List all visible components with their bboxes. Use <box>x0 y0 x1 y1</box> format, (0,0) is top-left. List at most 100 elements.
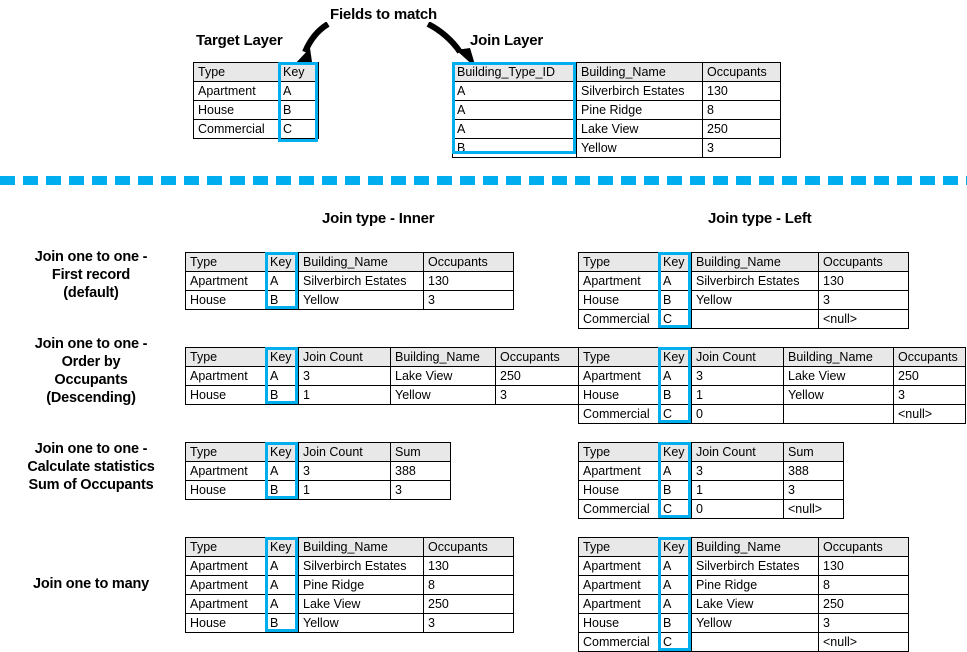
table-r3-left-wrap: Type Key Join Count Sum Apartment A 3 388 House B… <box>578 442 844 519</box>
table-cell: C <box>278 119 319 139</box>
table-cell: 250 <box>423 594 514 614</box>
table-cell: Lake View <box>298 594 424 614</box>
table-cell: B <box>265 385 299 405</box>
column-header: Building_Name <box>576 62 703 82</box>
arrow-to-target-key-icon <box>293 22 330 66</box>
table-r1-left: Type Key Building_Name Occupants Apartment A S… <box>578 252 909 329</box>
table-row: Apartment A Silverbirch Estates 130 <box>578 556 909 576</box>
join-layer-table-wrap: Building_Type_ID Building_Name Occupants A S… <box>452 62 781 158</box>
table-r2-left: Type Key Join Count Building_Name Occupants A… <box>578 347 966 424</box>
table-cell: Apartment <box>578 461 659 481</box>
table-row: House B 1 Yellow 3 <box>185 385 580 405</box>
table-row: Commercial C 0 <null> <box>578 499 844 519</box>
table-header-row: Type Key <box>193 62 319 82</box>
table-row: Apartment A 3 Lake View 250 <box>578 366 966 386</box>
table-row: House B Yellow 3 <box>578 290 909 310</box>
table-cell: Silverbirch Estates <box>691 271 819 291</box>
table-cell: 130 <box>423 556 514 576</box>
table-row: Commercial C <null> <box>578 309 909 329</box>
table-cell: A <box>265 575 299 595</box>
column-header: Type <box>578 442 659 462</box>
table-cell: 250 <box>893 366 966 386</box>
table-cell: A <box>452 119 577 139</box>
table-cell: A <box>265 366 299 386</box>
table-cell: B <box>265 613 299 633</box>
table-r1-inner: Type Key Building_Name Occupants Apartment A S… <box>185 252 514 310</box>
table-cell: 3 <box>390 480 451 500</box>
table-cell: Lake View <box>691 594 819 614</box>
table-cell: House <box>193 100 279 120</box>
table-cell: 3 <box>298 461 391 481</box>
join-type-inner-heading: Join type - Inner <box>322 210 435 227</box>
column-header: Building_Name <box>298 537 424 557</box>
table-cell: A <box>658 575 692 595</box>
table-header-row: Type Key Join Count Sum <box>185 442 451 462</box>
table-cell: 130 <box>818 271 909 291</box>
column-header: Building_Name <box>691 537 819 557</box>
column-header: Type <box>578 347 659 367</box>
table-cell: Yellow <box>390 385 496 405</box>
table-cell: B <box>265 480 299 500</box>
table-cell: A <box>658 271 692 291</box>
table-cell: Yellow <box>298 290 424 310</box>
table-cell: 130 <box>818 556 909 576</box>
column-header: Occupants <box>893 347 966 367</box>
table-cell: 0 <box>691 404 784 424</box>
table-cell: House <box>185 290 266 310</box>
table-cell <box>783 404 894 424</box>
table-r3-left: Type Key Join Count Sum Apartment A 3 388 House B… <box>578 442 844 519</box>
table-r4-inner-wrap: Type Key Building_Name Occupants Apartment A S… <box>185 537 514 633</box>
table-cell: B <box>278 100 319 120</box>
table-cell: Lake View <box>783 366 894 386</box>
table-cell: Lake View <box>576 119 703 139</box>
table-row: B Yellow 3 <box>452 138 781 158</box>
table-header-row: Type Key Building_Name Occupants <box>578 252 909 272</box>
table-row: A Pine Ridge 8 <box>452 100 781 120</box>
column-header: Key <box>265 442 299 462</box>
table-row: House B Yellow 3 <box>185 613 514 633</box>
table-cell: <null> <box>783 499 844 519</box>
table-r1-left-wrap: Type Key Building_Name Occupants Apartment A S… <box>578 252 909 329</box>
table-cell: Pine Ridge <box>691 575 819 595</box>
table-cell: A <box>265 271 299 291</box>
table-row: Apartment A Pine Ridge 8 <box>578 575 909 595</box>
table-cell: A <box>658 594 692 614</box>
column-header: Key <box>265 347 299 367</box>
table-header-row: Type Key Building_Name Occupants <box>185 252 514 272</box>
column-header: Building_Type_ID <box>452 62 577 82</box>
table-cell: House <box>185 385 266 405</box>
table-cell: Apartment <box>578 366 659 386</box>
column-header: Occupants <box>818 252 909 272</box>
table-cell: A <box>265 556 299 576</box>
table-cell: Apartment <box>185 366 266 386</box>
table-cell <box>691 632 819 652</box>
column-header: Type <box>578 252 659 272</box>
table-cell: B <box>658 385 692 405</box>
table-cell: Apartment <box>185 575 266 595</box>
table-cell: 1 <box>298 480 391 500</box>
table-cell: 8 <box>818 575 909 595</box>
table-cell: Silverbirch Estates <box>298 271 424 291</box>
table-cell: 8 <box>702 100 781 120</box>
table-cell: Commercial <box>578 404 659 424</box>
table-cell: Silverbirch Estates <box>576 81 703 101</box>
row-label-order-by-occupants: Join one to one - Order by Occupants (De… <box>34 336 148 406</box>
table-header-row: Type Key Building_Name Occupants <box>578 537 909 557</box>
column-header: Key <box>278 62 319 82</box>
table-cell: 388 <box>390 461 451 481</box>
table-header-row: Type Key Join Count Building_Name Occupants <box>185 347 580 367</box>
table-cell: A <box>658 461 692 481</box>
table-cell: 130 <box>702 81 781 101</box>
column-header: Key <box>265 537 299 557</box>
table-cell: 250 <box>702 119 781 139</box>
table-cell: A <box>278 81 319 101</box>
table-r1-inner-wrap: Type Key Building_Name Occupants Apartment A S… <box>185 252 514 310</box>
table-cell: Yellow <box>691 613 819 633</box>
table-cell: A <box>452 81 577 101</box>
column-header: Key <box>658 252 692 272</box>
column-header: Type <box>185 537 266 557</box>
table-cell: 130 <box>423 271 514 291</box>
column-header: Key <box>658 347 692 367</box>
table-cell: <null> <box>818 309 909 329</box>
table-row: Apartment A Silverbirch Estates 130 <box>578 271 909 291</box>
